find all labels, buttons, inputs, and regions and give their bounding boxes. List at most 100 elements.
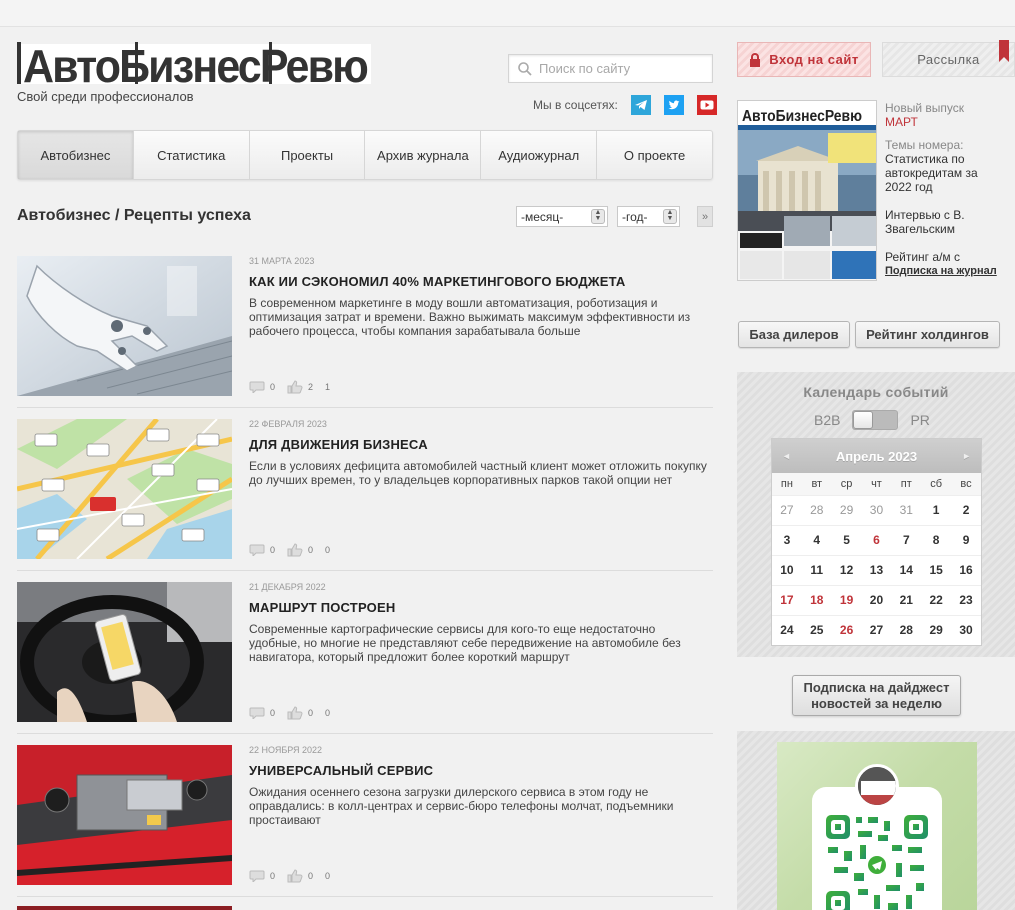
article-item: 22 февраля 2023 ДЛЯ ДВИЖЕНИЯ БИЗНЕСА Есл…	[17, 419, 713, 581]
article-title[interactable]: ДЛЯ ДВИЖЕНИЯ БИЗНЕСА	[249, 437, 428, 452]
nav-item-about[interactable]: О проекте	[597, 131, 712, 179]
calendar-day[interactable]: 22	[921, 584, 952, 615]
calendar-day[interactable]: 1	[921, 494, 952, 525]
issue-topic[interactable]: Интервью с В. Звагельским	[885, 208, 985, 236]
comment-icon	[249, 870, 265, 882]
thumbs-up-icon[interactable]	[287, 380, 303, 394]
calendar-day[interactable]: 7	[891, 524, 922, 555]
calendar-day[interactable]: 4	[801, 524, 832, 555]
calendar-widget: ◄ Апрель 2023 ► пн вт ср чт пт сб вс 27 28 29 30 3…	[771, 438, 982, 646]
divider	[17, 407, 713, 408]
site-logo[interactable]: АвтоБизнесРевю	[17, 38, 371, 88]
calendar-day[interactable]: 8	[921, 524, 952, 555]
article-thumbnail-city-map-vans[interactable]	[17, 419, 232, 559]
calendar-day[interactable]: 2	[951, 494, 981, 525]
issue-info: Новый выпуск МАРТ Темы номера: Статистик…	[885, 101, 1015, 278]
nav-item-archive[interactable]: Архив журнала	[365, 131, 482, 179]
article-item: 21 декабря 2022 МАРШРУТ ПОСТРОЕН Совреме…	[17, 582, 713, 744]
calendar-day[interactable]: 29	[831, 494, 862, 525]
nav-item-autobusiness[interactable]: Автобизнес	[18, 131, 134, 179]
calendar-day[interactable]: 20	[861, 584, 892, 615]
toggle-switch[interactable]	[852, 410, 899, 430]
next-month-arrow[interactable]: ►	[962, 451, 971, 461]
like-count: 0	[308, 545, 314, 555]
thumbs-up-icon[interactable]	[287, 543, 303, 557]
thumbs-up-icon[interactable]	[287, 869, 303, 883]
article-title[interactable]: УНИВЕРСАЛЬНЫЙ СЕРВИС	[249, 763, 433, 778]
social-links: Мы в соцсетях:	[533, 95, 717, 115]
telegram-icon[interactable]	[630, 95, 651, 115]
dealers-database-button[interactable]: База дилеров	[738, 321, 850, 348]
article-date: 31 марта 2023	[249, 256, 315, 266]
calendar-day[interactable]: 21	[891, 584, 922, 615]
weekday-header: вт	[801, 473, 832, 495]
search-input[interactable]	[539, 61, 709, 76]
calendar-day[interactable]: 30	[861, 494, 892, 525]
calendar-day[interactable]: 5	[831, 524, 862, 555]
bookmark-icon	[999, 40, 1009, 62]
month-select[interactable]: -месяц- ▲ ▼	[516, 206, 608, 227]
subscribe-magazine-link[interactable]: Подписка на журнал	[885, 264, 1015, 278]
calendar-day[interactable]: 11	[801, 554, 832, 585]
search-box[interactable]	[508, 54, 713, 83]
calendar-day[interactable]: 14	[891, 554, 922, 585]
calendar-day[interactable]: 3	[772, 524, 802, 555]
calendar-day[interactable]: 17	[772, 584, 802, 615]
calendar-day[interactable]: 12	[831, 554, 862, 585]
article-thumbnail-robot-hand[interactable]	[17, 256, 232, 396]
calendar-day[interactable]: 31	[891, 494, 922, 525]
comment-icon	[249, 707, 265, 719]
issue-month[interactable]: МАРТ	[885, 115, 1015, 129]
calendar-day[interactable]: 24	[772, 614, 802, 645]
year-select[interactable]: -год- ▲ ▼	[617, 206, 680, 227]
calendar-day[interactable]: 6	[861, 524, 892, 555]
view-count: 0	[325, 871, 331, 881]
login-button[interactable]: Вход на сайт	[737, 42, 871, 77]
article-meta: 0 2 1	[249, 380, 342, 394]
youtube-icon[interactable]	[696, 95, 717, 115]
newsletter-button[interactable]: Рассылка	[882, 42, 1015, 77]
calendar-day[interactable]: 28	[891, 614, 922, 645]
twitter-icon[interactable]	[663, 95, 684, 115]
nav-item-statistics[interactable]: Статистика	[134, 131, 250, 179]
calendar-day[interactable]: 13	[861, 554, 892, 585]
calendar-type-toggle[interactable]: B2B PR	[814, 410, 930, 430]
article-title[interactable]: МАРШРУТ ПОСТРОЕН	[249, 600, 395, 615]
calendar-day[interactable]: 29	[921, 614, 952, 645]
calendar-day[interactable]: 15	[921, 554, 952, 585]
login-label: Вход на сайт	[769, 52, 859, 67]
holdings-rating-button[interactable]: Рейтинг холдингов	[855, 321, 1000, 348]
calendar-day[interactable]: 23	[951, 584, 981, 615]
thumbs-up-icon[interactable]	[287, 706, 303, 720]
article-meta: 0 0 0	[249, 706, 342, 720]
article-thumbnail-steering-wheel-phone[interactable]	[17, 582, 232, 722]
calendar-day[interactable]: 10	[772, 554, 802, 585]
lock-icon	[750, 52, 761, 67]
calendar-day[interactable]: 30	[951, 614, 981, 645]
issue-topic[interactable]: Рейтинг а/м с пробегом	[885, 250, 985, 264]
digest-line1: Подписка на дайджест	[803, 680, 950, 695]
calendar-day[interactable]: 25	[801, 614, 832, 645]
calendar-day[interactable]: 19	[831, 584, 862, 615]
article-thumbnail-engine[interactable]	[17, 745, 232, 885]
calendar-day[interactable]: 28	[801, 494, 832, 525]
weekly-digest-button[interactable]: Подписка на дайджест новостей за неделю	[792, 675, 961, 716]
filter-go-button[interactable]: »	[697, 206, 713, 227]
nav-item-audio[interactable]: Аудиожурнал	[481, 131, 598, 179]
nav-item-projects[interactable]: Проекты	[250, 131, 366, 179]
telegram-qr-promo[interactable]	[777, 742, 977, 910]
magazine-cover[interactable]: АвтоБизнесРевю	[737, 100, 877, 281]
prev-month-arrow[interactable]: ◄	[782, 451, 791, 461]
calendar-day[interactable]: 16	[951, 554, 981, 585]
social-label: Мы в соцсетях:	[533, 98, 618, 112]
calendar-day[interactable]: 27	[861, 614, 892, 645]
comment-icon	[249, 544, 265, 556]
weekday-header: сб	[921, 473, 952, 495]
calendar-day[interactable]: 9	[951, 524, 981, 555]
issue-topic[interactable]: Статистика по автокредитам за 2022 год	[885, 152, 985, 194]
calendar-day[interactable]: 26	[831, 614, 862, 645]
comment-count: 0	[270, 382, 276, 392]
calendar-day[interactable]: 27	[772, 494, 802, 525]
calendar-day[interactable]: 18	[801, 584, 832, 615]
article-title[interactable]: КАК ИИ СЭКОНОМИЛ 40% МАРКЕТИНГОВОГО БЮДЖ…	[249, 274, 626, 289]
